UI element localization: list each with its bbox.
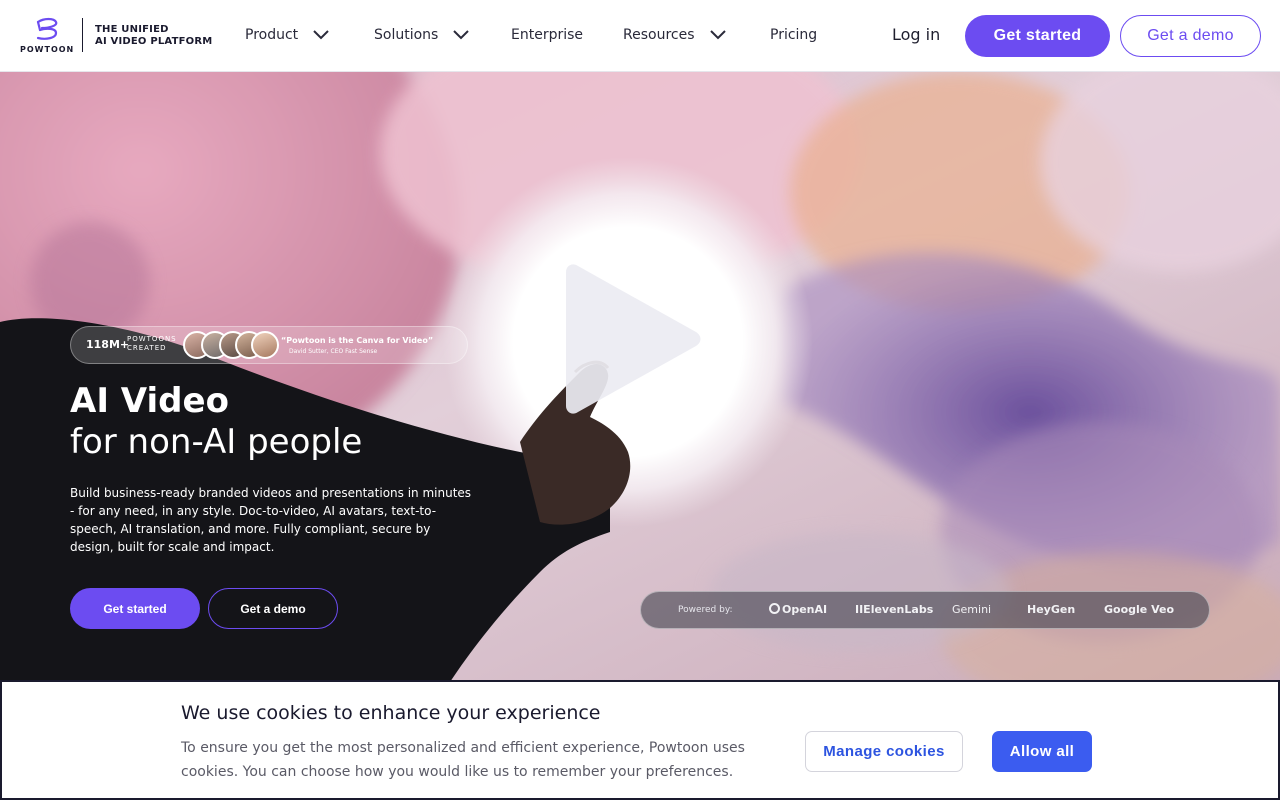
stats-pill: 118M+ POWTOONS CREATED “Powtoon is the C… — [70, 326, 468, 364]
tagline-line1: THE UNIFIED — [95, 24, 169, 35]
logo-wordmark: POWTOON — [20, 45, 75, 54]
manage-cookies-button[interactable]: Manage cookies — [805, 731, 963, 772]
nav-enterprise[interactable]: Enterprise — [511, 24, 583, 46]
nav-resources[interactable]: Resources — [623, 24, 727, 46]
nav-product-label: Product — [245, 27, 299, 43]
testimonial-quote: “Powtoon is the Canva for Video” — [281, 336, 434, 345]
avatar-group — [183, 331, 283, 361]
cookie-text: To ensure you get the most personalized … — [181, 740, 745, 780]
cookie-title: We use cookies to enhance your experienc… — [181, 702, 601, 724]
logo-divider — [82, 18, 83, 52]
stats-label: POWTOONS CREATED — [127, 335, 177, 353]
chevron-down-icon — [313, 30, 329, 40]
partner-openai: OpenAI — [769, 603, 827, 616]
nav-resources-label: Resources — [623, 27, 695, 43]
allow-all-button[interactable]: Allow all — [992, 731, 1092, 772]
stats-label-line1: POWTOONS — [127, 335, 177, 343]
get-demo-button[interactable]: Get a demo — [1120, 15, 1261, 57]
partner-heygen: HeyGen — [1027, 603, 1076, 616]
openai-icon — [769, 603, 780, 614]
partner-openai-label: OpenAI — [782, 603, 828, 616]
hero-title: AI Video for non-AI people — [70, 380, 362, 462]
powered-by-bar: Powered by: OpenAI IIElevenLabs Gemini H… — [640, 591, 1210, 629]
partner-gemini: Gemini — [952, 603, 992, 616]
hero-title-line2: for non-AI people — [70, 422, 363, 462]
hero-get-started-button[interactable]: Get started — [70, 588, 200, 629]
hero-section: 118M+ POWTOONS CREATED “Powtoon is the C… — [0, 72, 1280, 682]
partner-elevenlabs: IIElevenLabs — [855, 603, 934, 616]
nav-solutions[interactable]: Solutions — [374, 24, 470, 46]
hero-title-line1: AI Video — [70, 381, 229, 421]
powtoon-logo-icon — [36, 17, 58, 40]
nav-pricing-label: Pricing — [770, 27, 818, 43]
powtoon-logo[interactable]: POWTOON — [20, 16, 75, 56]
stats-count: 118M+ — [86, 338, 130, 351]
partner-google-veo: Google Veo — [1104, 603, 1175, 616]
stats-label-line2: CREATED — [127, 344, 167, 352]
nav-enterprise-label: Enterprise — [511, 27, 584, 43]
testimonial-author: David Sutter, CEO Fast Sense — [289, 348, 378, 355]
tagline: THE UNIFIED AI VIDEO PLATFORM — [95, 24, 212, 48]
nav-pricing[interactable]: Pricing — [770, 24, 817, 46]
nav-solutions-label: Solutions — [374, 27, 439, 43]
cookie-banner: We use cookies to enhance your experienc… — [0, 680, 1280, 800]
login-link[interactable]: Log in — [892, 25, 940, 44]
chevron-down-icon — [453, 30, 470, 40]
nav-product[interactable]: Product — [245, 24, 330, 46]
avatar — [251, 331, 279, 359]
hero-get-demo-button[interactable]: Get a demo — [208, 588, 338, 629]
hero-description: Build business-ready branded videos and … — [70, 486, 472, 554]
get-started-button[interactable]: Get started — [965, 15, 1110, 57]
site-header: POWTOON THE UNIFIED AI VIDEO PLATFORM Pr… — [0, 0, 1280, 72]
powered-by-label: Powered by: — [678, 605, 733, 615]
chevron-down-icon — [709, 30, 726, 40]
play-icon[interactable] — [556, 258, 716, 418]
tagline-line2: AI VIDEO PLATFORM — [95, 36, 213, 47]
